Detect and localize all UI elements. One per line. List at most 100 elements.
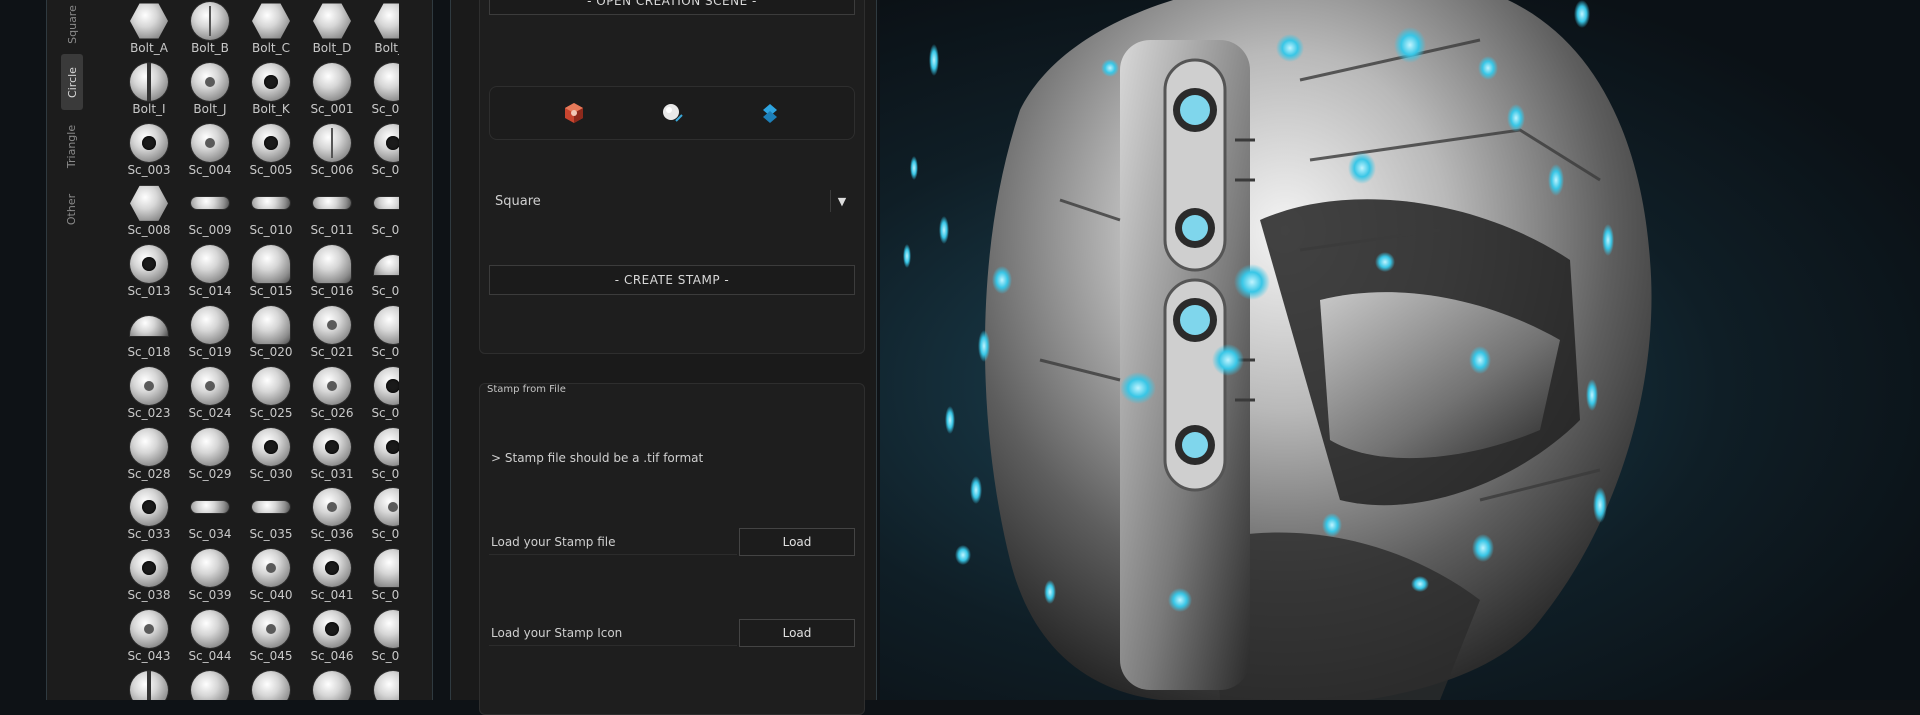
stamp-item[interactable]: Bolt_C	[241, 2, 301, 62]
stamp-item[interactable]	[363, 670, 399, 700]
stamp-item[interactable]: Sc_017	[363, 245, 399, 305]
chevron-down-icon[interactable]: ▼	[830, 190, 853, 212]
stamp-item[interactable]: Sc_033	[119, 488, 179, 548]
stamp-item[interactable]: Sc_024	[180, 366, 240, 427]
stamp-item[interactable]: Sc_009	[180, 184, 240, 244]
creation-section	[479, 0, 865, 354]
stamp-item[interactable]: Sc_023	[119, 366, 179, 427]
stamp-item[interactable]: Sc_011	[302, 184, 362, 244]
tab-circle[interactable]: Circle	[61, 54, 83, 110]
stamp-item[interactable]: Sc_013	[119, 245, 179, 305]
stamp-item[interactable]: Sc_039	[180, 549, 240, 609]
tab-triangle[interactable]: Triangle	[61, 116, 83, 176]
stamp-thumbnail	[374, 197, 399, 210]
stamp-label: Bolt_A	[130, 41, 168, 55]
tab-square[interactable]: Square	[61, 0, 83, 48]
stamp-item[interactable]: Sc_003	[119, 123, 179, 184]
stamp-item[interactable]: Bolt_I	[119, 62, 179, 123]
stamp-thumbnail	[130, 488, 168, 527]
stamp-item[interactable]: Sc_047	[363, 610, 399, 670]
stamp-thumbnail	[374, 670, 399, 700]
stamp-item[interactable]: Sc_007	[363, 123, 399, 184]
stamp-item[interactable]: Sc_002	[363, 62, 399, 123]
stamp-item[interactable]: Sc_015	[241, 245, 301, 305]
load-stamp-file-button[interactable]: Load	[739, 528, 855, 556]
stamp-item[interactable]: Bolt_A	[119, 2, 179, 62]
stamp-item[interactable]: Sc_046	[302, 610, 362, 670]
stamp-item[interactable]: Sc_016	[302, 245, 362, 305]
load-stamp-icon-label: Load your Stamp Icon	[491, 626, 623, 640]
stamp-label: Sc_040	[249, 588, 293, 603]
stamp-item[interactable]	[119, 670, 179, 700]
stamp-label: Bolt_K	[252, 101, 290, 116]
stamp-item[interactable]: Bolt_B	[180, 2, 240, 62]
stamp-item[interactable]: Bolt_K	[241, 62, 301, 123]
stamp-item[interactable]: Bolt_D	[302, 2, 362, 62]
stamp-thumbnail	[252, 62, 290, 101]
material-sphere-icon[interactable]	[660, 101, 684, 125]
stamp-item[interactable]: Sc_035	[241, 488, 301, 548]
stamp-item[interactable]: Sc_034	[180, 488, 240, 548]
stamp-thumbnail	[313, 670, 351, 700]
stamp-label: Bolt_C	[252, 41, 290, 55]
stamp-item[interactable]: Sc_028	[119, 427, 179, 488]
stamp-label: Sc_013	[127, 284, 171, 299]
stamp-item[interactable]: Sc_041	[302, 549, 362, 609]
stamp-thumbnail	[252, 123, 290, 162]
stamp-item[interactable]: Sc_036	[302, 488, 362, 548]
stamp-thumbnail	[313, 197, 351, 210]
stamp-label: Sc_039	[188, 588, 232, 603]
stamp-thumbnail	[313, 427, 351, 466]
stamp-library-panel: Square Circle Triangle Other Bolt_A Bolt_…	[46, 0, 477, 700]
stamp-item[interactable]: Sc_021	[302, 306, 362, 366]
stamp-item[interactable]: Sc_008	[119, 184, 179, 244]
stamp-item[interactable]: Sc_029	[180, 427, 240, 488]
stamp-item[interactable]: Sc_006	[302, 123, 362, 184]
open-creation-scene-button[interactable]: - OPEN CREATION SCENE -	[489, 0, 855, 15]
stamp-item[interactable]: Sc_043	[119, 610, 179, 670]
stamp-item[interactable]: Sc_037	[363, 488, 399, 548]
stamp-item[interactable]: Sc_025	[241, 366, 301, 427]
stamp-item[interactable]: Sc_038	[119, 549, 179, 609]
stamp-item[interactable]: Sc_001	[302, 62, 362, 123]
stamp-item[interactable]: Sc_031	[302, 427, 362, 488]
stamp-item[interactable]: Bolt_J	[180, 62, 240, 123]
render-cube-icon[interactable]	[562, 101, 586, 125]
stamp-item[interactable]: Sc_005	[241, 123, 301, 184]
stamp-item[interactable]: Sc_004	[180, 123, 240, 184]
stamp-label: Sc_032	[371, 466, 399, 481]
stamp-item[interactable]: Sc_020	[241, 306, 301, 366]
stamp-item[interactable]: Sc_030	[241, 427, 301, 488]
stamp-label: Sc_038	[127, 588, 171, 603]
stamp-item[interactable]	[180, 670, 240, 700]
stamp-shape-dropdown[interactable]: Square ▼	[489, 186, 853, 216]
stamp-item[interactable]	[302, 670, 362, 700]
tab-other[interactable]: Other	[61, 184, 83, 234]
stamp-item[interactable]: Sc_019	[180, 306, 240, 366]
stamp-label: Sc_006	[310, 162, 354, 177]
stamp-item[interactable]: Sc_044	[180, 610, 240, 670]
stamp-item[interactable]: Sc_027	[363, 366, 399, 427]
stamp-item[interactable]	[241, 670, 301, 700]
stamp-thumbnail	[130, 549, 168, 588]
stamp-item[interactable]: Sc_010	[241, 184, 301, 244]
stamp-item[interactable]: Sc_014	[180, 245, 240, 305]
stamp-item[interactable]: Sc_032	[363, 427, 399, 488]
stamp-item[interactable]: Sc_022	[363, 306, 399, 366]
stamp-item[interactable]: Sc_018	[119, 306, 179, 366]
stamp-thumbnail	[130, 245, 168, 284]
load-stamp-icon-button[interactable]: Load	[739, 619, 855, 647]
stamp-thumbnail	[130, 62, 168, 101]
stamp-item[interactable]: Sc_026	[302, 366, 362, 427]
stamp-grid: Bolt_A Bolt_B Bolt_C Bolt_D Bolt_E Bolt_I Bolt…	[99, 0, 399, 700]
creation-tool-bar	[489, 86, 855, 140]
stamp-item[interactable]: Sc_042	[363, 549, 399, 609]
stamp-item[interactable]: Bolt_E	[363, 2, 399, 62]
stamp-item[interactable]: Sc_012	[363, 184, 399, 244]
stamp-label: Sc_042	[371, 588, 399, 603]
stamp-label: Sc_024	[188, 405, 232, 420]
stamp-item[interactable]: Sc_040	[241, 549, 301, 609]
stamp-item[interactable]: Sc_045	[241, 610, 301, 670]
layers-icon[interactable]	[758, 101, 782, 125]
create-stamp-button[interactable]: - CREATE STAMP -	[489, 265, 855, 295]
